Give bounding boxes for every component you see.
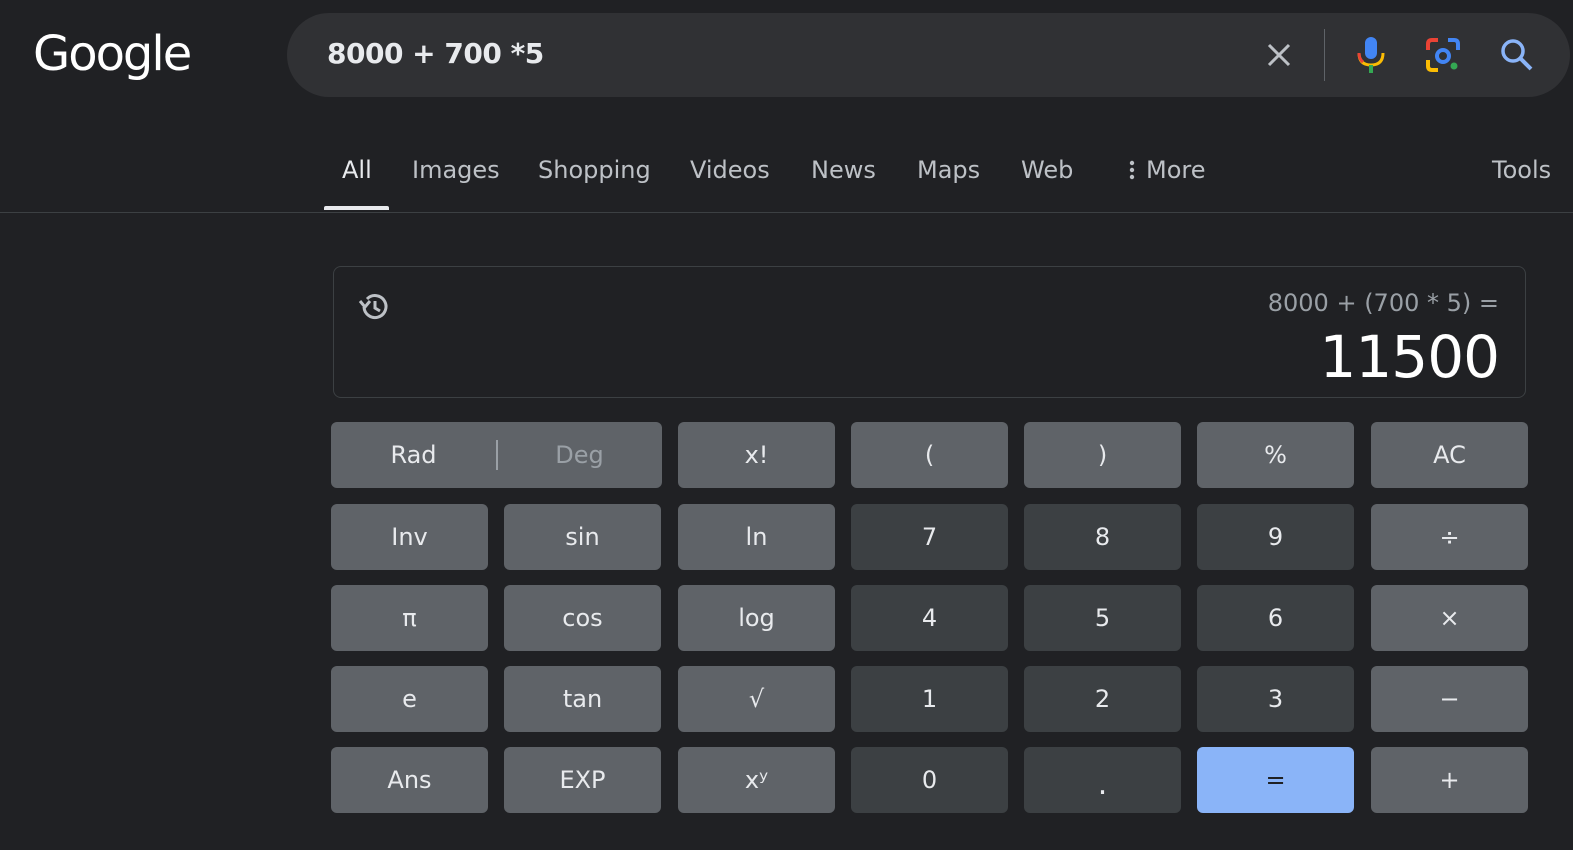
search-tabs: All Images Shopping Videos News Maps Web… <box>0 140 1573 213</box>
exp-button[interactable]: EXP <box>504 747 661 813</box>
cos-button[interactable]: cos <box>504 585 661 651</box>
close-icon[interactable] <box>1259 35 1299 75</box>
pi-button[interactable]: π <box>331 585 488 651</box>
open-paren-button[interactable]: ( <box>851 422 1008 488</box>
equals-button[interactable]: = <box>1197 747 1354 813</box>
percent-button[interactable]: % <box>1197 422 1354 488</box>
calculator-display: 8000 + (700 * 5) = 11500 <box>333 266 1526 398</box>
digit-2-button[interactable]: 2 <box>1024 666 1181 732</box>
all-clear-button[interactable]: AC <box>1371 422 1528 488</box>
search-divider <box>1324 29 1325 81</box>
digit-3-button[interactable]: 3 <box>1197 666 1354 732</box>
sin-button[interactable]: sin <box>504 504 661 570</box>
digit-1-button[interactable]: 1 <box>851 666 1008 732</box>
tab-web[interactable]: Web <box>1021 156 1073 184</box>
tab-all[interactable]: All <box>342 156 372 184</box>
tab-images[interactable]: Images <box>412 156 500 184</box>
google-logo[interactable]: Google <box>33 26 192 82</box>
digit-7-button[interactable]: 7 <box>851 504 1008 570</box>
active-tab-indicator <box>324 206 389 210</box>
minus-button[interactable]: − <box>1371 666 1528 732</box>
decimal-button[interactable]: . <box>1024 747 1181 813</box>
digit-8-button[interactable]: 8 <box>1024 504 1181 570</box>
deg-button[interactable]: Deg <box>497 422 662 488</box>
ln-button[interactable]: ln <box>678 504 835 570</box>
digit-4-button[interactable]: 4 <box>851 585 1008 651</box>
tab-more[interactable]: More <box>1128 156 1206 184</box>
search-bar[interactable]: 8000 + 700 *5 <box>287 13 1570 97</box>
tab-shopping[interactable]: Shopping <box>538 156 651 184</box>
multiply-button[interactable]: × <box>1371 585 1528 651</box>
digit-6-button[interactable]: 6 <box>1197 585 1354 651</box>
tab-videos[interactable]: Videos <box>690 156 770 184</box>
microphone-icon[interactable] <box>1351 35 1391 75</box>
e-button[interactable]: e <box>331 666 488 732</box>
tab-more-label: More <box>1146 156 1206 184</box>
factorial-button[interactable]: x! <box>678 422 835 488</box>
inv-button[interactable]: Inv <box>331 504 488 570</box>
close-paren-button[interactable]: ) <box>1024 422 1181 488</box>
digit-0-button[interactable]: 0 <box>851 747 1008 813</box>
digit-9-button[interactable]: 9 <box>1197 504 1354 570</box>
tab-news[interactable]: News <box>811 156 876 184</box>
power-button[interactable]: xʸ <box>678 747 835 813</box>
plus-button[interactable]: + <box>1371 747 1528 813</box>
tab-maps[interactable]: Maps <box>917 156 980 184</box>
more-vert-icon <box>1129 160 1135 180</box>
calculator-result: 11500 <box>1319 323 1500 391</box>
search-icon[interactable] <box>1497 35 1537 75</box>
rad-button[interactable]: Rad <box>331 422 496 488</box>
tan-button[interactable]: tan <box>504 666 661 732</box>
calculator-expression: 8000 + (700 * 5) = <box>1267 289 1499 317</box>
tools-button[interactable]: Tools <box>1492 156 1551 184</box>
history-icon[interactable] <box>356 289 396 329</box>
divide-button[interactable]: ÷ <box>1371 504 1528 570</box>
sqrt-button[interactable]: √ <box>678 666 835 732</box>
ans-button[interactable]: Ans <box>331 747 488 813</box>
log-button[interactable]: log <box>678 585 835 651</box>
digit-5-button[interactable]: 5 <box>1024 585 1181 651</box>
search-input[interactable]: 8000 + 700 *5 <box>327 37 544 70</box>
lens-camera-icon[interactable] <box>1423 35 1463 75</box>
rad-deg-toggle[interactable]: Rad Deg <box>331 422 662 488</box>
